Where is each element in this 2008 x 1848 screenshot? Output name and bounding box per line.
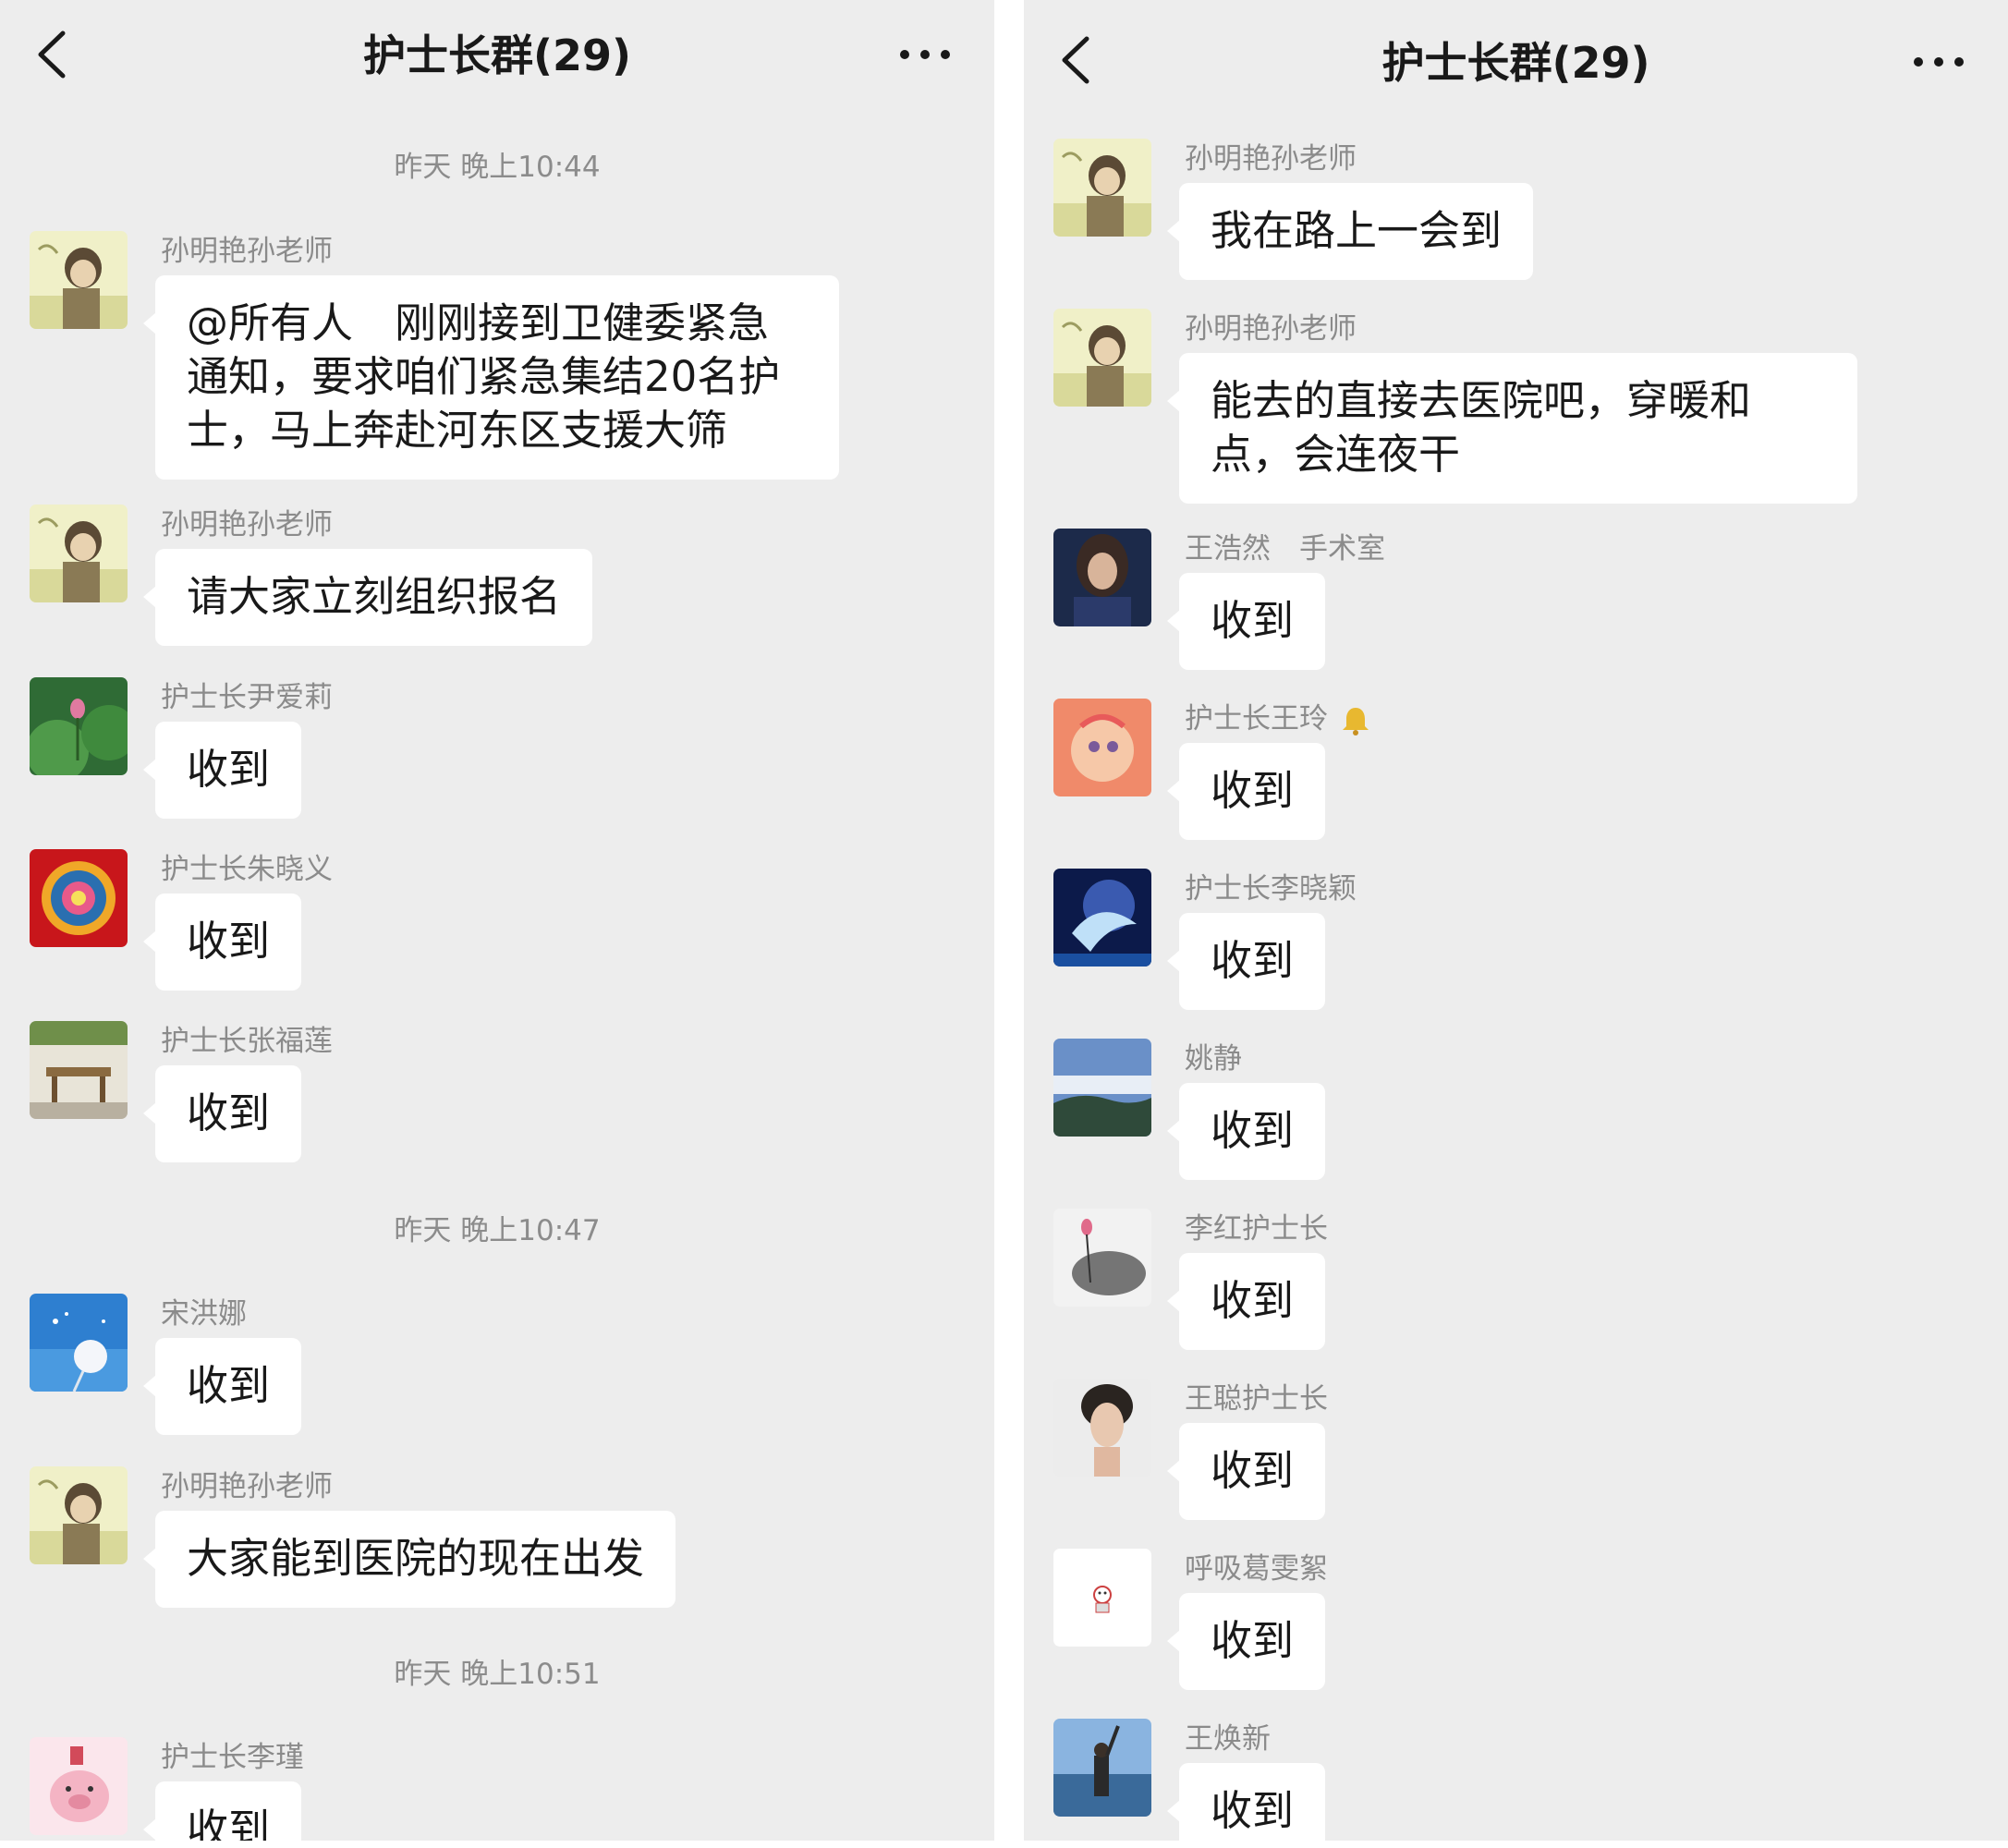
sender-name: 姚静 [1185,1042,1242,1076]
message-bubble[interactable]: 能去的直接去医院吧，穿暖和点，会连夜干 [1167,353,1857,504]
chat-screen-right: 护士长群(29) 孙明艳孙老师 我在路上一会到 孙明艳孙老师 能去的直接去医院吧… [1024,0,2008,1841]
avatar[interactable] [30,1294,128,1392]
more-button[interactable] [896,33,954,76]
message-bubble[interactable]: 收到 [1166,743,1326,840]
message-bubble[interactable]: 收到 [1166,1763,1326,1841]
sender-name: 护士长李晓颖 [1185,872,1357,906]
sender-name: 孙明艳孙老师 [1185,142,1357,176]
avatar[interactable] [1053,1549,1151,1647]
timestamp: 昨天 晚上10:51 [394,1658,601,1691]
message-bubble[interactable]: 收到 [142,894,302,991]
avatar[interactable] [1053,1379,1151,1477]
message-bubble[interactable]: 请大家立刻组织报名 [142,549,593,646]
message-bubble[interactable]: 收到 [142,1338,302,1435]
message-bubble[interactable]: 大家能到医院的现在出发 [142,1511,676,1608]
more-button[interactable] [1910,41,1967,83]
avatar[interactable] [30,1466,128,1564]
avatar[interactable] [30,849,128,947]
chat-title: 护士长群(29) [1381,38,1650,88]
message-bubble[interactable]: @所有人 刚刚接到卫健委紧急通知，要求咱们紧急集结20名护士，马上奔赴河东区支援… [143,275,839,480]
avatar[interactable] [1053,309,1151,407]
sender-name: 呼吸葛雯絮 [1185,1552,1328,1586]
avatar[interactable] [1053,529,1151,626]
avatar[interactable] [1053,1039,1151,1137]
message-bubble[interactable]: 收到 [142,722,302,819]
sender-name: 孙明艳孙老师 [1185,312,1357,346]
more-dots-icon [1914,57,1964,67]
chat-title: 护士长群(29) [362,30,632,80]
sender-name: 孙明艳孙老师 [161,1470,333,1503]
chat-screen-left: 护士长群(29) 昨天 晚上10:44 孙明艳孙老师 @所有人 刚刚接到卫健委紧… [0,0,994,1841]
chat-header: 护士长群(29) [0,0,994,111]
sender-name: 孙明艳孙老师 [161,508,333,541]
message-bubble[interactable]: 收到 [142,1065,302,1162]
sender-name: 护士长李瑾 [161,1741,304,1774]
sender-name: 护士长张福莲 [161,1025,333,1058]
chat-header: 护士长群(29) [1024,0,2008,111]
message-bubble[interactable]: 收到 [1166,1083,1326,1180]
message-bubble[interactable]: 我在路上一会到 [1166,183,1534,280]
message-bubble[interactable]: 收到 [1166,913,1326,1010]
avatar[interactable] [30,505,128,602]
avatar[interactable] [30,231,128,329]
timestamp: 昨天 晚上10:47 [394,1214,601,1247]
avatar[interactable] [30,677,128,775]
message-bubble[interactable]: 收到 [1166,1423,1326,1520]
more-dots-icon [900,50,950,59]
message-bubble[interactable]: 收到 [1166,573,1326,670]
sender-name: 王浩然 手术室 [1185,532,1385,565]
sender-name-text: 护士长王玲 [1185,702,1328,736]
timestamp: 昨天 晚上10:44 [394,151,601,184]
sender-name: 王聪护士长 [1185,1382,1328,1416]
sender-name: 护士长朱晓义 [161,853,333,886]
sender-name: 宋洪娜 [161,1297,247,1331]
avatar[interactable] [1053,139,1151,237]
bell-icon [1339,704,1372,737]
sender-name: 李红护士长 [1185,1212,1328,1246]
avatar[interactable] [30,1021,128,1119]
panel-divider [994,0,1024,1848]
sender-name: 护士长尹爱莉 [161,681,333,714]
avatar[interactable] [30,1737,128,1835]
sender-name: 孙明艳孙老师 [161,235,333,268]
sender-name: 王焕新 [1185,1722,1271,1756]
message-bubble[interactable]: 收到 [142,1781,302,1841]
avatar[interactable] [1053,699,1151,796]
message-bubble[interactable]: 收到 [1166,1253,1326,1350]
avatar[interactable] [1053,869,1151,967]
message-bubble[interactable]: 收到 [1166,1593,1326,1690]
sender-name: 护士长王玲 [1185,699,1372,739]
avatar[interactable] [1053,1719,1151,1817]
avatar[interactable] [1053,1209,1151,1307]
